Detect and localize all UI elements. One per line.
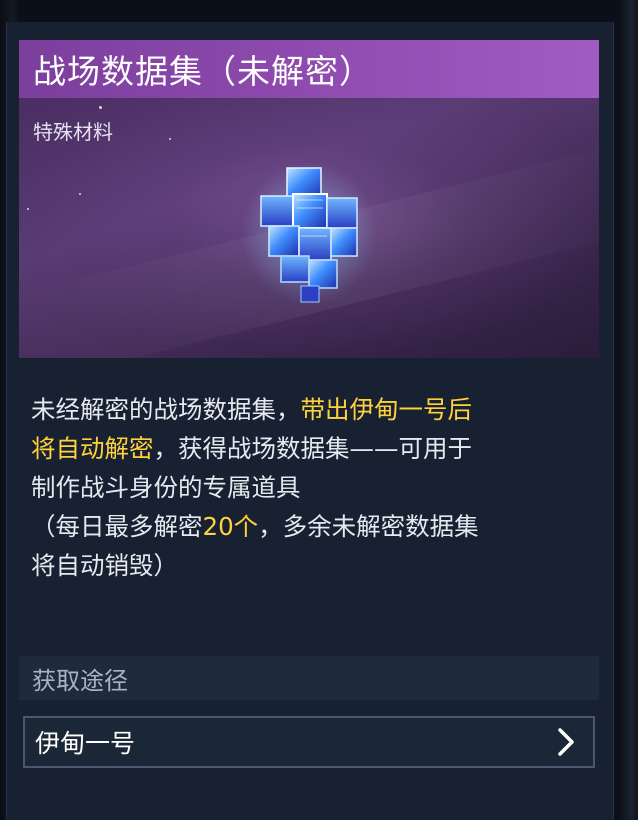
sparkle [99, 106, 102, 109]
description-line: 将自动销毁） [31, 551, 178, 580]
description-line: 将自动解密，获得战场数据集——可用于 [31, 434, 472, 463]
acquisition-section-header: 获取途径 [19, 656, 599, 700]
chevron-right-icon [558, 728, 574, 756]
highlight-text: 将自动解密 [31, 434, 154, 463]
item-showcase: 特殊材料 [19, 98, 599, 358]
item-category: 特殊材料 [33, 120, 113, 144]
acquisition-source-label: 伊甸一号 [35, 729, 136, 758]
highlight-text: 20个 [202, 512, 259, 541]
sparkle [169, 138, 171, 140]
encrypted-data-cube-icon [241, 161, 377, 305]
description-line: （每日最多解密20个，多余未解密数据集 [31, 512, 479, 541]
acquisition-source-button[interactable]: 伊甸一号 [23, 716, 595, 768]
acquisition-section-title: 获取途径 [32, 666, 128, 695]
sparkle [79, 193, 81, 195]
sparkle [27, 208, 29, 210]
description-line: 制作战斗身份的专属道具 [31, 473, 301, 502]
item-title-bar: 战场数据集（未解密） [19, 40, 599, 98]
item-description: 未经解密的战场数据集，带出伊甸一号后 将自动解密，获得战场数据集——可用于 制作… [31, 390, 591, 585]
description-line: 未经解密的战场数据集，带出伊甸一号后 [31, 395, 473, 424]
item-title: 战场数据集（未解密） [33, 52, 373, 91]
highlight-text: 带出伊甸一号后 [300, 395, 473, 424]
